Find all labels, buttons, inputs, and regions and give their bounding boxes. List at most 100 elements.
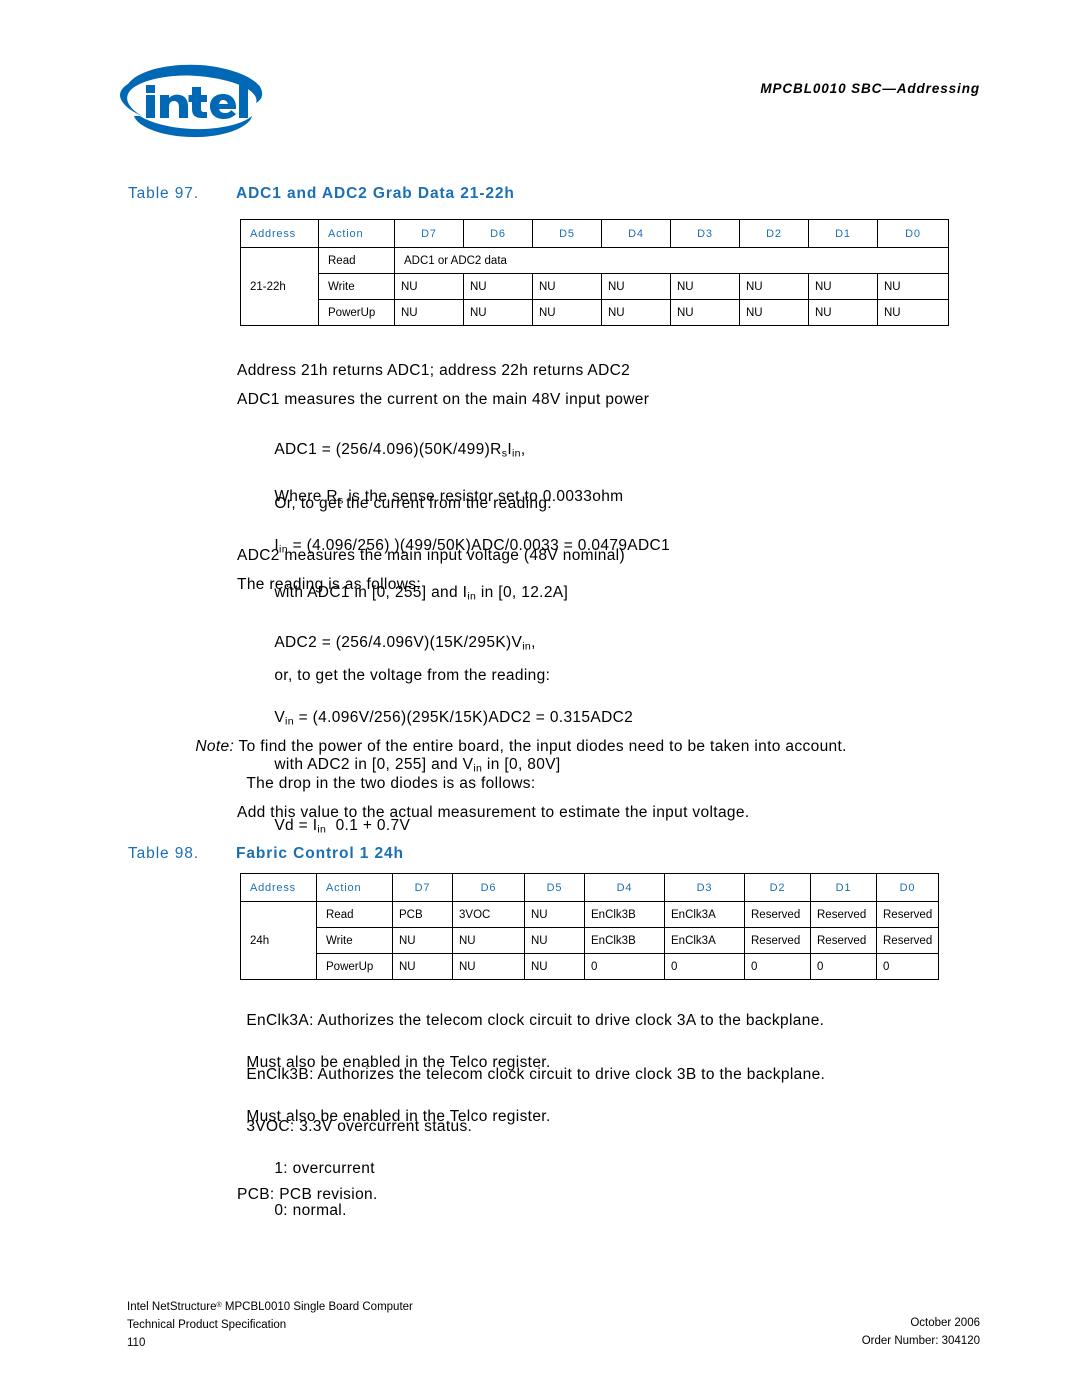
table-cell: 0 <box>584 953 665 980</box>
paragraph-or-voltage: or, to get the voltage from the reading: <box>274 667 551 684</box>
table-cell: 0 <box>810 953 877 980</box>
paragraph-add-value: Add this value to the actual measurement… <box>237 804 750 821</box>
table-cell: Reserved <box>744 927 811 954</box>
table-97-action-read: Read <box>318 247 395 274</box>
table-98-col-d7: D7 <box>392 873 453 902</box>
table-97-col-d2: D2 <box>739 219 809 248</box>
footer-left-block: Intel NetStructure® MPCBL0010 Single Boa… <box>127 1296 413 1352</box>
paragraph-or-current: Or, to get the current from the reading: <box>274 495 552 512</box>
table-cell: 0 <box>664 953 745 980</box>
footer-order-number: Order Number: 304120 <box>861 1335 980 1347</box>
table-98-col-d6: D6 <box>452 873 525 902</box>
table-97-address-cell: 21-22h <box>240 247 319 326</box>
table-cell: NU <box>877 273 949 300</box>
table-97-adc-grab-data: Address Action D7 D6 D5 D4 D3 D2 D1 D0 2… <box>240 219 949 326</box>
table-97-col-d4: D4 <box>601 219 671 248</box>
table-row: PowerUp NU NU NU NU NU NU NU NU <box>241 299 949 326</box>
table-97-col-d3: D3 <box>670 219 740 248</box>
table-cell: Reserved <box>810 927 877 954</box>
equation-adc1-line1: ADC1 = (256/4.096)(50K/499)RsIin, <box>274 441 526 460</box>
table-98-caption-number: Table 98. <box>128 845 200 862</box>
table-cell: 0 <box>876 953 939 980</box>
paragraph-adc2-measures: ADC2 measures the main input voltage (48… <box>237 547 625 564</box>
table-cell: NU <box>394 299 464 326</box>
table-98-header-row: Address Action D7 D6 D5 D4 D3 D2 D1 D0 <box>240 873 939 902</box>
table-row: Write NU NU NU NU NU NU NU NU <box>241 273 949 300</box>
table-cell: NU <box>670 273 740 300</box>
table-row: PowerUp NU NU NU 0 0 0 0 0 <box>241 953 939 980</box>
subscript-in: in <box>467 590 477 603</box>
table-cell: NU <box>601 299 671 326</box>
table-cell: NU <box>532 273 602 300</box>
table-cell: NU <box>877 299 949 326</box>
table-row: Write NU NU NU EnClk3B EnClk3A Reserved … <box>241 927 939 954</box>
table-97-col-address: Address <box>240 219 319 248</box>
table-cell: NU <box>739 299 809 326</box>
page-footer: Intel NetStructure® MPCBL0010 Single Boa… <box>0 1287 1080 1397</box>
table-cell: NU <box>452 953 525 980</box>
table-98-col-d2: D2 <box>744 873 811 902</box>
table-cell: EnClk3A <box>664 901 745 928</box>
page-header: R MPCBL0010 SBC—Addressing <box>0 0 1080 150</box>
table-cell: 0 <box>744 953 811 980</box>
table-cell: NU <box>463 299 533 326</box>
table-cell: NU <box>601 273 671 300</box>
table-cell: Reserved <box>876 927 939 954</box>
table-97-col-d7: D7 <box>394 219 464 248</box>
table-cell: Reserved <box>810 901 877 928</box>
table-98-fabric-control: Address Action D7 D6 D5 D4 D3 D2 D1 D0 2… <box>240 873 939 980</box>
table-97-caption-number: Table 97. <box>128 185 200 202</box>
table-98-col-address: Address <box>240 873 317 902</box>
table-cell: NU <box>808 299 878 326</box>
table-97-col-d1: D1 <box>808 219 878 248</box>
paragraph-enclk3b-line1: EnClk3B: Authorizes the telecom clock ci… <box>246 1066 826 1083</box>
table-cell: 3VOC <box>452 901 525 928</box>
table-98-action-powerup: PowerUp <box>316 953 393 980</box>
table-cell: NU <box>808 273 878 300</box>
footer-date: October 2006 <box>910 1317 980 1329</box>
table-cell: PCB <box>392 901 453 928</box>
subscript-in: in <box>511 447 521 460</box>
subscript-in: in <box>317 823 327 836</box>
table-cell: NU <box>524 927 585 954</box>
table-98-col-d0: D0 <box>876 873 939 902</box>
table-cell: NU <box>452 927 525 954</box>
table-97-read-value: ADC1 or ADC2 data <box>394 247 949 274</box>
table-cell: Reserved <box>876 901 939 928</box>
table-cell: NU <box>532 299 602 326</box>
note-block: Note: To find the power of the entire bo… <box>186 715 847 757</box>
diode-drop-block: The drop in the two diodes is as follows… <box>237 752 536 841</box>
table-97-action-powerup: PowerUp <box>318 299 395 326</box>
table-98-caption: Table 98. Fabric Control 1 24h <box>128 845 404 863</box>
table-97-caption-title: ADC1 and ADC2 Grab Data 21-22h <box>236 185 515 202</box>
table-cell: EnClk3B <box>584 901 665 928</box>
intel-logo: R <box>116 62 264 140</box>
table-98-col-d1: D1 <box>810 873 877 902</box>
paragraph-3voc-overcurrent: 1: overcurrent <box>274 1160 375 1177</box>
table-cell: NU <box>392 927 453 954</box>
footer-right-block: October 2006 Order Number: 304120 <box>862 1314 980 1350</box>
table-row: 21-22h Read ADC1 or ADC2 data <box>240 247 949 326</box>
table-97-col-d6: D6 <box>463 219 533 248</box>
table-98-caption-title: Fabric Control 1 24h <box>236 845 404 862</box>
table-98-action-write: Write <box>316 927 393 954</box>
footer-product-name: Intel NetStructure® MPCBL0010 Single Boa… <box>127 1301 413 1314</box>
footer-spec-type: Technical Product Specification <box>127 1319 287 1332</box>
table-97-action-write: Write <box>318 273 395 300</box>
table-97-col-action: Action <box>318 219 395 248</box>
table-cell: EnClk3B <box>584 927 665 954</box>
paragraph-3voc-line1: 3VOC: 3.3V overcurrent status. <box>246 1118 473 1135</box>
table-cell: NU <box>739 273 809 300</box>
footer-page-number: 110 <box>127 1337 146 1350</box>
table-cell: Reserved <box>744 901 811 928</box>
table-97-col-d0: D0 <box>877 219 949 248</box>
paragraph-drop-diodes: The drop in the two diodes is as follows… <box>246 775 536 792</box>
table-cell: NU <box>394 273 464 300</box>
paragraph-adc1-measures: ADC1 measures the current on the main 48… <box>237 391 650 408</box>
table-97-header-row: Address Action D7 D6 D5 D4 D3 D2 D1 D0 <box>240 219 949 248</box>
table-98-col-action: Action <box>316 873 393 902</box>
table-cell: EnClk3A <box>664 927 745 954</box>
note-label: Note: <box>195 738 235 755</box>
table-cell: NU <box>392 953 453 980</box>
table-row: 24h Read PCB 3VOC NU EnClk3B EnClk3A Res… <box>240 901 939 980</box>
